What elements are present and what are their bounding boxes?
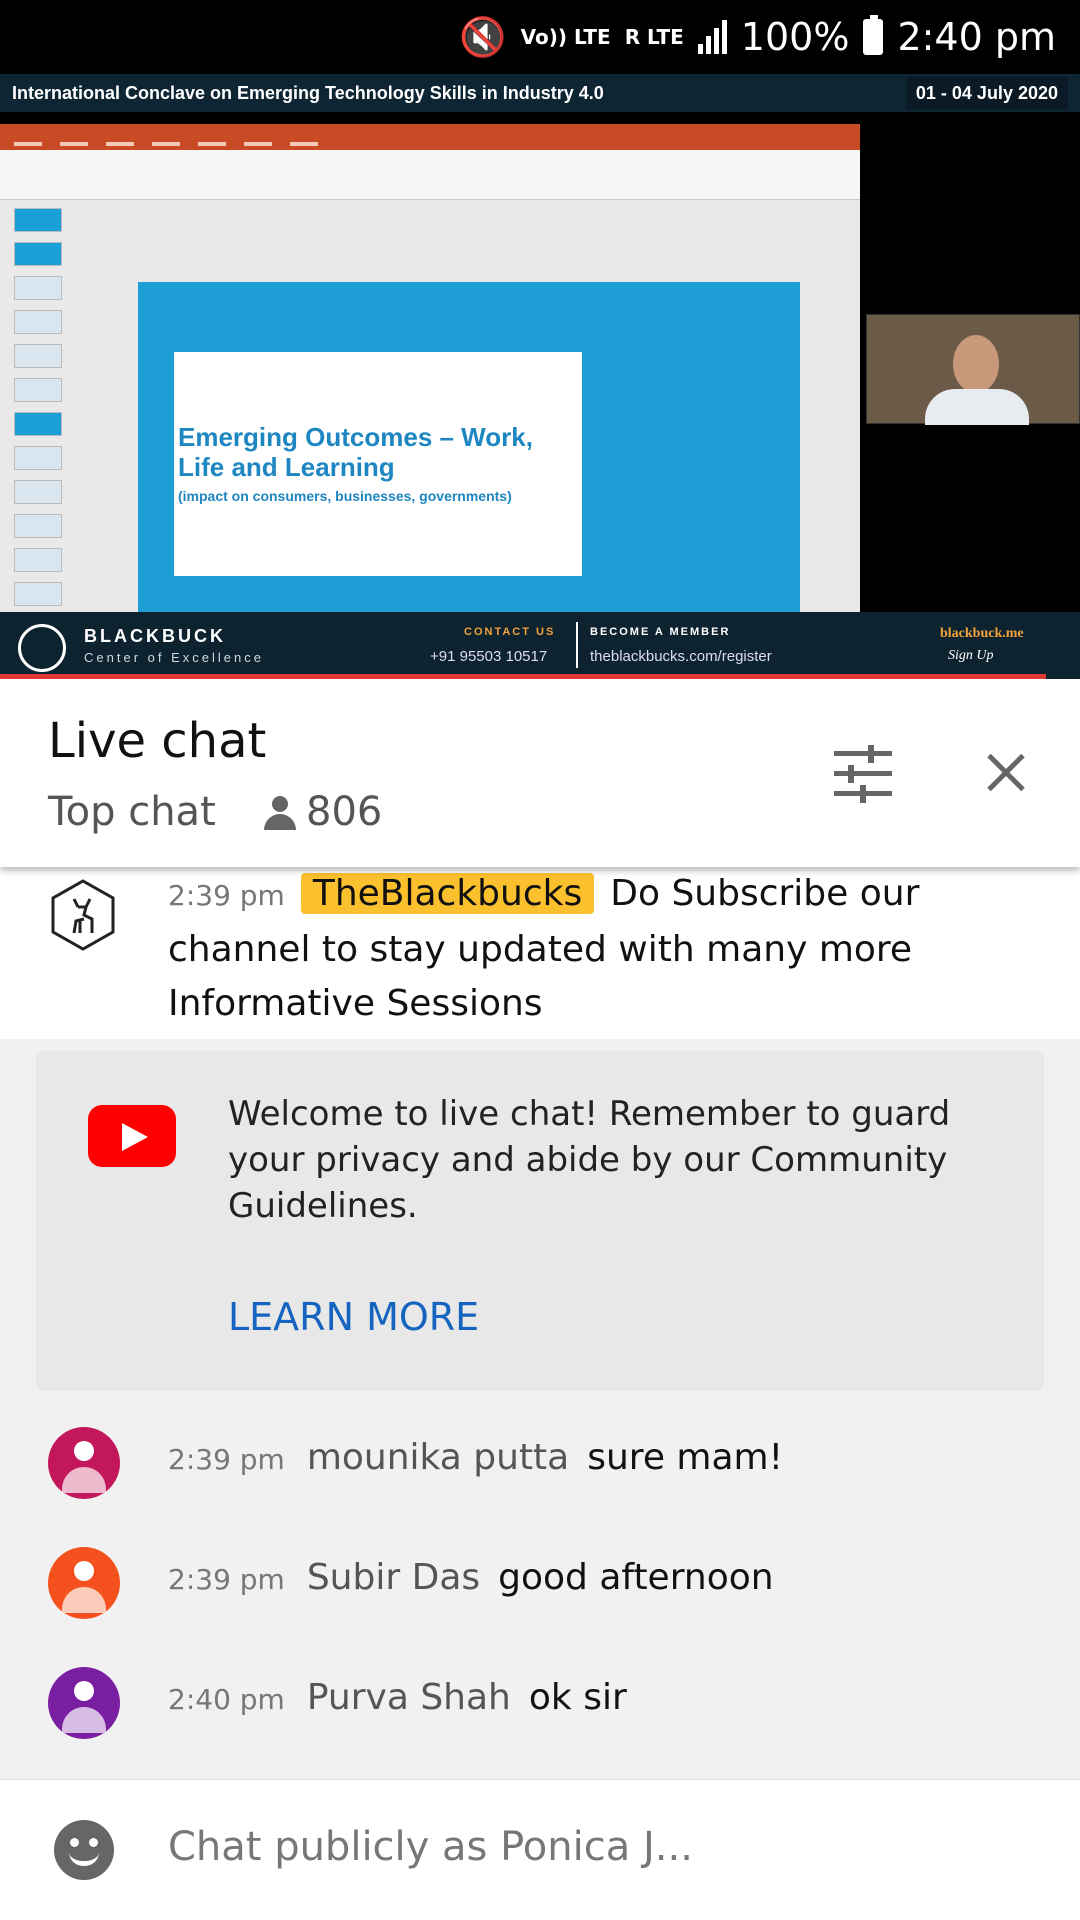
message-body: ok sir xyxy=(528,1677,627,1718)
learn-more-link[interactable]: LEARN MORE xyxy=(228,1295,479,1339)
welcome-text: Welcome to live chat! Remember to guard … xyxy=(228,1094,951,1226)
message-author-owner[interactable]: TheBlackbucks xyxy=(300,873,595,914)
mute-icon: 🔇 xyxy=(459,14,507,59)
person-icon xyxy=(262,792,298,832)
video-player[interactable]: International Conclave on Emerging Techn… xyxy=(0,74,1080,679)
tune-icon[interactable] xyxy=(834,745,892,803)
slide-thumbnails xyxy=(8,208,66,658)
message-body: sure mam! xyxy=(587,1437,784,1478)
signal-icon xyxy=(697,20,727,54)
volte-indicator: Vo)) LTE xyxy=(520,25,611,49)
chat-messages[interactable]: Welcome to live chat! Remember to guard … xyxy=(0,1039,1080,1779)
pinned-message-text: 2:39 pm TheBlackbucks Do Subscribe our cha… xyxy=(168,867,1048,1031)
avatar[interactable] xyxy=(48,1667,120,1739)
event-title: International Conclave on Emerging Techn… xyxy=(12,82,604,103)
chat-message: 2:39 pm Subir Das good afternoon xyxy=(0,1527,1080,1627)
status-bar: 🔇 Vo)) LTE R LTE 100% 2:40 pm xyxy=(0,0,1080,74)
slide-textbox: Emerging Outcomes – Work, Life and Learn… xyxy=(174,352,582,576)
live-chat-title: Live chat xyxy=(48,713,267,769)
contact-phone: +91 95503 10517 xyxy=(430,648,548,665)
viewer-count-value: 806 xyxy=(306,789,383,835)
channel-avatar-deer-icon xyxy=(51,879,115,951)
brand-subtitle: Center of Excellence xyxy=(84,650,264,665)
clock: 2:40 pm xyxy=(897,15,1056,59)
battery-percent: 100% xyxy=(740,15,850,59)
event-date: 01 - 04 July 2020 xyxy=(905,76,1068,110)
contact-heading: CONTACT US xyxy=(464,626,556,638)
member-heading: BECOME A MEMBER xyxy=(590,626,731,638)
message-author[interactable]: Subir Das xyxy=(307,1557,480,1598)
chat-message: 2:39 pm mounika putta sure mam! xyxy=(0,1407,1080,1507)
message-time: 2:40 pm xyxy=(168,1683,285,1716)
battery-icon xyxy=(863,15,884,55)
sponsor-footer: BLACKBUCK Center of Excellence CONTACT U… xyxy=(0,612,1080,679)
shared-screen: Emerging Outcomes – Work, Life and Learn… xyxy=(0,124,860,679)
current-slide: Emerging Outcomes – Work, Life and Learn… xyxy=(138,282,800,654)
chat-message: 2:40 pm Purva Shah ok sir xyxy=(0,1647,1080,1747)
message-time: 2:39 pm xyxy=(168,879,285,912)
live-chat-header: Live chat Top chat 806 xyxy=(0,679,1080,867)
avatar[interactable] xyxy=(48,1427,120,1499)
youtube-icon xyxy=(88,1105,176,1167)
slide-title: Emerging Outcomes – Work, Life and Learn… xyxy=(178,422,533,482)
message-body: good afternoon xyxy=(498,1557,774,1598)
ppt-ribbon xyxy=(0,150,860,200)
brand-name: BLACKBUCK xyxy=(84,626,226,646)
message-time: 2:39 pm xyxy=(168,1443,285,1476)
welcome-card: Welcome to live chat! Remember to guard … xyxy=(36,1051,1044,1391)
message-time: 2:39 pm xyxy=(168,1563,285,1596)
site-url: blackbuck.me xyxy=(940,626,1024,641)
ppt-titlebar xyxy=(0,124,860,138)
viewer-count: 806 xyxy=(262,789,382,835)
avatar[interactable] xyxy=(48,1547,120,1619)
emoji-icon[interactable] xyxy=(54,1820,114,1880)
pinned-message: 2:39 pm TheBlackbucks Do Subscribe our cha… xyxy=(0,867,1080,1039)
slide-subtitle: (impact on consumers, businesses, govern… xyxy=(178,488,512,504)
chat-mode-dropdown[interactable]: Top chat xyxy=(48,789,216,835)
ppt-tabs xyxy=(0,138,860,150)
message-author[interactable]: mounika putta xyxy=(307,1437,569,1478)
chat-input-bar: Chat publicly as Ponica J... xyxy=(0,1779,1080,1920)
lte-indicator: R LTE xyxy=(624,25,684,49)
footer-divider xyxy=(576,622,578,668)
member-url: theblackbucks.com/register xyxy=(590,648,772,665)
close-icon[interactable] xyxy=(984,751,1028,795)
speaker-webcam xyxy=(866,314,1080,425)
message-author[interactable]: Purva Shah xyxy=(307,1677,511,1718)
event-banner: International Conclave on Emerging Techn… xyxy=(0,74,1080,112)
signup-text: Sign Up xyxy=(948,648,994,663)
chat-input[interactable]: Chat publicly as Ponica J... xyxy=(168,1824,693,1870)
blackbuck-logo-icon xyxy=(18,624,66,672)
